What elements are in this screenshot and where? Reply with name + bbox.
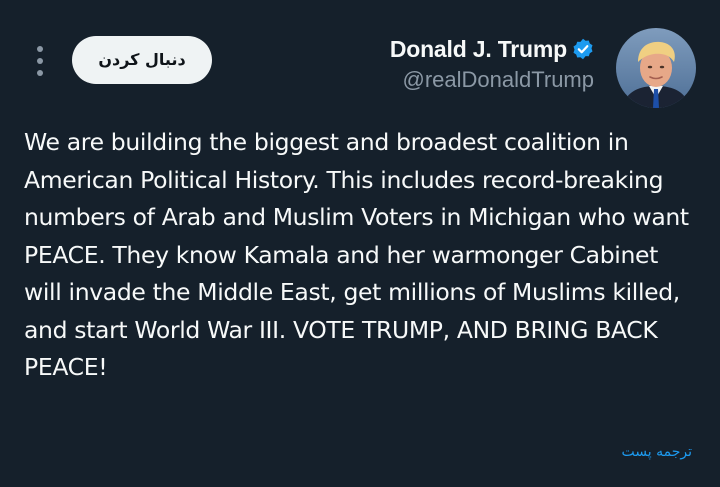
tweet-text: We are building the biggest and broadest… xyxy=(24,128,689,381)
follow-button[interactable]: دنبال کردن xyxy=(72,36,212,84)
author-identity: Donald J. Trump @realDonaldTrump xyxy=(390,34,594,93)
more-vertical-icon-dot xyxy=(37,70,43,76)
more-vertical-icon-dot xyxy=(37,58,43,64)
more-vertical-icon xyxy=(37,46,43,52)
author-display-name[interactable]: Donald J. Trump xyxy=(390,36,567,63)
tweet-card: دنبال کردن Donald J. Trump @realDonaldTr… xyxy=(0,0,720,487)
more-options-button[interactable] xyxy=(28,44,52,78)
verified-badge-icon[interactable] xyxy=(572,38,594,60)
profile-photo xyxy=(616,28,696,108)
avatar[interactable] xyxy=(616,28,696,108)
author-handle[interactable]: @realDonaldTrump xyxy=(390,67,594,93)
author-name-row: Donald J. Trump xyxy=(390,34,594,64)
translate-post-link[interactable]: ترجمه پست xyxy=(622,444,692,460)
